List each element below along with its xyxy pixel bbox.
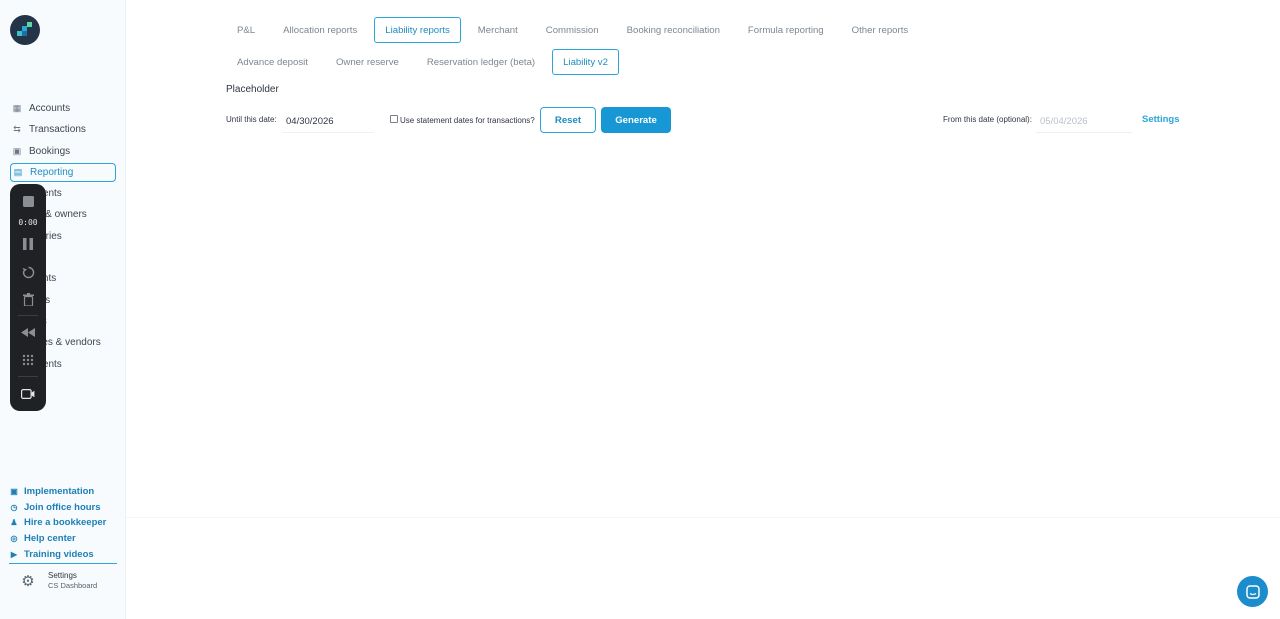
stop-icon[interactable] <box>10 193 46 209</box>
sidebar-item-label: Reporting <box>30 166 74 178</box>
tab-commission[interactable]: Commission <box>535 17 610 43</box>
tab-booking-reconciliation[interactable]: Booking reconciliation <box>616 17 731 43</box>
book-icon: ▣ <box>10 487 18 497</box>
tab-advance-deposit[interactable]: Advance deposit <box>226 49 319 75</box>
restart-icon[interactable] <box>10 264 46 280</box>
help-link-implementation[interactable]: ▣ Implementation <box>9 484 119 500</box>
help-link-label: Hire a bookkeeper <box>24 517 107 529</box>
content-divider <box>126 517 1280 518</box>
statement-dates-label: Use statement dates for transactions? <box>400 116 535 125</box>
until-date-label: Until this date: <box>226 115 277 124</box>
video-icon: ▶ <box>10 549 18 559</box>
collapse-icon[interactable] <box>10 324 46 340</box>
help-link-help-center[interactable]: ◎ Help center <box>9 531 119 547</box>
from-date-input[interactable] <box>1036 111 1132 133</box>
settings-link[interactable]: Settings <box>1142 114 1179 125</box>
tab-liability-reports[interactable]: Liability reports <box>374 17 461 43</box>
tab-other-reports[interactable]: Other reports <box>841 17 920 43</box>
settings-title: Settings <box>48 571 77 580</box>
sidebar-item-label: Accounts <box>29 103 71 114</box>
clock-icon: ◷ <box>10 502 18 512</box>
sidebar-item-accounts[interactable]: ▦ Accounts <box>10 99 116 118</box>
liability-subtabs: Advance deposit Owner reserve Reservatio… <box>226 49 625 75</box>
help-link-label: Join office hours <box>24 501 101 513</box>
sidebar-item-transactions[interactable]: ⇆ Transactions <box>10 120 116 139</box>
arrows-icon: ⇆ <box>13 124 21 135</box>
help-link-bookkeeper[interactable]: ♟ Hire a bookkeeper <box>9 515 119 531</box>
until-date-input[interactable] <box>282 111 374 133</box>
help-link-training-videos[interactable]: ▶ Training videos <box>9 546 119 562</box>
statement-dates-checkbox[interactable] <box>390 115 398 123</box>
toolbar-divider <box>18 315 38 316</box>
settings-subtitle: CS Dashboard <box>48 581 98 590</box>
grid-icon[interactable] <box>10 352 46 368</box>
gear-icon: ⚙ <box>21 572 35 590</box>
chat-launcher[interactable] <box>1237 576 1268 607</box>
generate-button[interactable]: Generate <box>601 107 671 133</box>
screen-recorder-toolbar: 0:00 <box>10 184 46 411</box>
report-icon: ▤ <box>13 166 23 177</box>
help-link-office-hours[interactable]: ◷ Join office hours <box>9 500 119 516</box>
calendar-icon: ▣ <box>12 145 22 156</box>
tab-merchant[interactable]: Merchant <box>467 17 529 43</box>
report-tabs: P&L Allocation reports Liability reports… <box>226 17 925 43</box>
help-link-label: Implementation <box>24 486 95 498</box>
toolbar-divider <box>18 376 38 377</box>
sidebar-item-reporting[interactable]: ▤ Reporting <box>10 162 116 182</box>
chat-icon <box>1245 584 1260 599</box>
person-icon: ♟ <box>10 518 18 528</box>
recording-timer: 0:00 <box>18 217 38 227</box>
sidebar-item-label: Bookings <box>29 145 71 157</box>
pause-icon[interactable] <box>10 236 46 252</box>
tab-owner-reserve[interactable]: Owner reserve <box>325 49 410 75</box>
bank-icon: ▦ <box>12 103 22 113</box>
tab-pnl[interactable]: P&L <box>226 17 266 43</box>
placeholder-heading: Placeholder <box>226 84 279 95</box>
report-controls: Until this date: Use statement dates for… <box>226 107 1186 133</box>
reset-button[interactable]: Reset <box>540 107 596 133</box>
help-link-label: Training videos <box>24 548 94 560</box>
sidebar-settings[interactable]: ⚙ Settings CS Dashboard <box>20 571 97 590</box>
app-logo[interactable] <box>10 15 40 45</box>
tab-reservation-ledger[interactable]: Reservation ledger (beta) <box>416 49 546 75</box>
sidebar-item-bookings[interactable]: ▣ Bookings <box>10 142 116 161</box>
sidebar-item-label: Transactions <box>29 124 86 136</box>
help-links: ▣ Implementation ◷ Join office hours ♟ H… <box>9 484 119 562</box>
lifebuoy-icon: ◎ <box>10 534 18 544</box>
trash-icon[interactable] <box>10 291 46 307</box>
tab-allocation-reports[interactable]: Allocation reports <box>272 17 368 43</box>
tab-formula-reporting[interactable]: Formula reporting <box>737 17 835 43</box>
help-link-label: Help center <box>24 533 76 545</box>
camera-icon[interactable] <box>10 386 46 402</box>
tab-liability-v2[interactable]: Liability v2 <box>552 49 619 75</box>
help-divider <box>9 563 117 564</box>
from-date-label: From this date (optional): <box>943 115 1032 124</box>
